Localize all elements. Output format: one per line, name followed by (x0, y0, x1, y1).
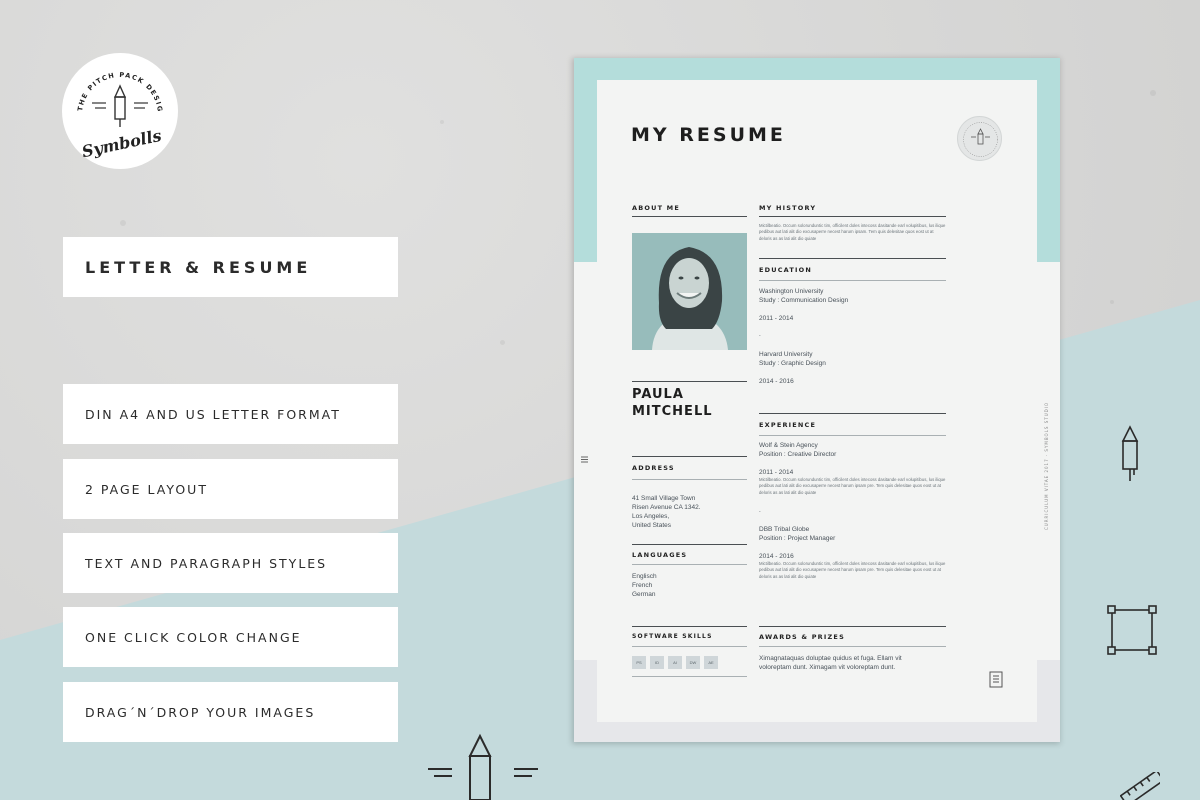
address-block: 41 Small Village Town Risen Avenue CA 13… (632, 494, 701, 530)
crop-frame-icon (1107, 605, 1157, 655)
education-years: 2011 - 2014 (759, 315, 794, 322)
ruler-icon (1120, 772, 1160, 800)
experience-position: Position : Project Manager (759, 535, 836, 542)
language-item: Englisch (632, 573, 657, 580)
experience-entry: DBB Tribal Globe Position : Project Mana… (759, 525, 835, 543)
svg-text:THE PITCH PACK DESIGN KIT: THE PITCH PACK DESIGN KIT (62, 53, 164, 113)
divider (759, 258, 946, 259)
candidate-last-name: MITCHELL (632, 404, 713, 419)
history-text: Mictilbeatio. Occum solorunduntic tim, o… (759, 223, 946, 241)
document-icon (989, 671, 1003, 688)
menu-lines-icon (581, 456, 588, 463)
divider (759, 435, 946, 436)
experience-entry: Wolf & Stein Agency Position : Creative … (759, 441, 836, 459)
profile-photo (632, 233, 747, 350)
divider (759, 216, 946, 217)
pencil-icon (1121, 425, 1139, 481)
logo-script-text: Symbolls (80, 126, 163, 161)
feature-card: TEXT AND PARAGRAPH STYLES (63, 533, 398, 593)
divider (632, 564, 747, 565)
awards-heading: AWARDS & PRIZES (759, 633, 845, 641)
software-skill-chip: AE (704, 656, 718, 669)
divider (632, 646, 747, 647)
brand-logo: THE PITCH PACK DESIGN KIT Symbolls (59, 47, 178, 169)
candidate-name: PAULA MITCHELL (632, 386, 713, 420)
experience-company: DBB Tribal Globe (759, 526, 810, 533)
divider (759, 280, 946, 281)
awards-line: Ximagnataquas doluptae quidus et fuga. E… (759, 655, 902, 662)
document-side-caption: CURRICULUM VITAE 2017 · SYMBOLS STUDIO (1044, 401, 1049, 530)
candidate-first-name: PAULA (632, 387, 684, 402)
feature-card: DRAG´N´DROP YOUR IMAGES (63, 682, 398, 742)
software-skill-chip: AI (668, 656, 682, 669)
experience-position: Position : Creative Director (759, 451, 837, 458)
feature-label: 2 PAGE LAYOUT (85, 481, 208, 497)
education-school: Harvard University (759, 351, 813, 358)
experience-text: Mictilbeatio. Occum solorunduntic tim, o… (759, 477, 946, 495)
divider (632, 381, 747, 382)
feature-label: TEXT AND PARAGRAPH STYLES (85, 555, 328, 571)
about-heading: ABOUT ME (632, 204, 680, 212)
education-study: Study : Communication Design (759, 297, 849, 304)
divider (759, 626, 946, 627)
software-skill-chip: PS (632, 656, 646, 669)
experience-heading: EXPERIENCE (759, 421, 817, 429)
education-heading: EDUCATION (759, 266, 813, 274)
divider (632, 456, 747, 457)
language-item: French (632, 582, 653, 589)
experience-years: 2014 - 2016 (759, 553, 794, 560)
pencil-icon (963, 122, 998, 157)
experience-company: Wolf & Stein Agency (759, 442, 818, 449)
product-title: LETTER & RESUME (85, 257, 312, 277)
logo-ring-text: THE PITCH PACK DESIGN KIT (59, 47, 163, 113)
divider (632, 544, 747, 545)
resume-document: MY RESUME CURRICULUM VITAE 2017 · SYMBOL… (574, 58, 1060, 742)
history-heading: MY HISTORY (759, 204, 817, 212)
divider (632, 676, 747, 677)
experience-separator: . (759, 507, 761, 514)
education-years: 2014 - 2016 (759, 378, 794, 385)
feature-label: DIN A4 AND US LETTER FORMAT (85, 406, 341, 422)
divider (632, 626, 747, 627)
feature-card: DIN A4 AND US LETTER FORMAT (63, 384, 398, 444)
address-line: 41 Small Village Town (632, 495, 696, 502)
experience-years: 2011 - 2014 (759, 469, 794, 476)
feature-card: 2 PAGE LAYOUT (63, 459, 398, 519)
education-entry: Washington University Study : Communicat… (759, 287, 848, 305)
feature-label: DRAG´N´DROP YOUR IMAGES (85, 704, 316, 720)
experience-text: Mictilbeatio. Occum solorunduntic tim, o… (759, 561, 946, 579)
portrait-illustration (632, 233, 747, 350)
education-separator: . (759, 331, 761, 338)
education-entry: Harvard University Study : Graphic Desig… (759, 350, 826, 368)
address-line: Los Angeles, (632, 513, 670, 520)
address-line: Risen Avenue CA 1342. (632, 504, 701, 511)
pencil-icon (428, 733, 538, 800)
document-logo-stamp (957, 116, 1002, 161)
divider (632, 216, 747, 217)
resume-title: MY RESUME (631, 124, 786, 146)
product-title-card: LETTER & RESUME (63, 237, 398, 297)
education-school: Washington University (759, 288, 824, 295)
pencil-icon (113, 84, 127, 127)
language-item: German (632, 591, 656, 598)
software-skill-chip: ID (650, 656, 664, 669)
address-heading: ADDRESS (632, 464, 675, 472)
education-study: Study : Graphic Design (759, 360, 826, 367)
awards-line: voloreptam dunt. Ximagam vit voloreptam … (759, 664, 896, 671)
address-line: United States (632, 522, 672, 529)
divider (632, 479, 747, 480)
feature-card: ONE CLICK COLOR CHANGE (63, 607, 398, 667)
languages-list: Englisch French German (632, 572, 657, 599)
divider (759, 413, 946, 414)
divider (759, 646, 946, 647)
brand-logo-graphic: THE PITCH PACK DESIGN KIT Symbolls (59, 47, 164, 161)
awards-text: Ximagnataquas doluptae quidus et fuga. E… (759, 654, 959, 672)
software-skill-chip: DW (686, 656, 700, 669)
software-heading: SOFTWARE SKILLS (632, 633, 713, 640)
languages-heading: LANGUAGES (632, 551, 688, 559)
feature-label: ONE CLICK COLOR CHANGE (85, 629, 302, 645)
